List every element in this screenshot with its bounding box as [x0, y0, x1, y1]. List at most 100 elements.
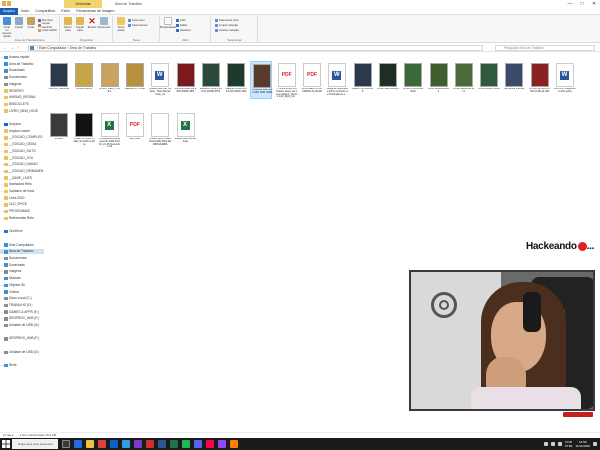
nav-item[interactable]: › OLD_SPICE: [0, 202, 44, 207]
file-item[interactable]: Designer Milenquela Drive Curriculo de P…: [326, 61, 348, 99]
nav-item[interactable]: › Lives 2020: [0, 196, 44, 201]
paste-button[interactable]: Colar: [26, 17, 36, 29]
nav-item[interactable]: › Disco Local (C:): [0, 296, 44, 301]
nav-item[interactable]: › Documentos: [0, 256, 44, 261]
taskbar-search-input[interactable]: Digite aqui para pesquisar: [12, 439, 58, 449]
file-item[interactable]: Pirates of Silicon Valley 4x-2160 et Dua…: [73, 111, 95, 149]
nav-item[interactable]: › __EDICAO_GEISA: [0, 142, 44, 147]
delete-button[interactable]: ✕ Excluir: [87, 17, 97, 29]
file-item[interactable]: MEDALHO HOJE: [124, 61, 146, 99]
nav-item[interactable]: › Ilustradora Reto: [0, 182, 44, 187]
twitch-icon[interactable]: [218, 440, 226, 448]
invert-selection-button[interactable]: Inverter seleção: [215, 28, 239, 32]
close-button[interactable]: ✕: [588, 0, 600, 8]
file-item[interactable]: cronograma planejamento 2020 Abril 01_21…: [99, 111, 121, 149]
history-button[interactable]: Histórico: [176, 28, 191, 32]
file-item[interactable]: DHRPSB6WM8 Mtnz: [453, 61, 475, 99]
edge-icon[interactable]: [74, 440, 82, 448]
nav-item[interactable]: › Objetos 3D: [0, 283, 44, 288]
search-input[interactable]: Pesquisar Área de Trabalho: [495, 44, 595, 51]
select-none-button[interactable]: Limpar seleção: [215, 23, 238, 27]
pin-quick-access-button[interactable]: Fixar no Acesso rápido: [2, 17, 12, 38]
nav-item[interactable]: dropbox cache: [0, 129, 44, 134]
nav-item[interactable]: › __EDICAO_GUTO: [0, 149, 44, 154]
nav-item[interactable]: › DROPBOX_HUB (F:): [0, 336, 44, 341]
file-item[interactable]: invoker: [48, 111, 70, 149]
file-item[interactable]: DHRPSB4ZY0G28: [478, 61, 500, 99]
clock[interactable]: 12:59 11/11/2020: [575, 440, 590, 448]
properties-button[interactable]: Propriedades: [160, 17, 176, 29]
tab-home[interactable]: Início: [18, 8, 32, 15]
file-item[interactable]: BISSOCLETE: [73, 61, 95, 99]
obs-icon[interactable]: [134, 440, 142, 448]
nav-item[interactable]: › DROPBOX_HUB (F:): [0, 316, 44, 321]
file-item[interactable]: BANDYNOVOAN19: [352, 61, 374, 99]
folder-icon[interactable]: [2, 1, 6, 6]
nav-item[interactable]: BISSOCLETE: [0, 102, 44, 107]
nav-item[interactable]: › __EDICAO_JOU: [0, 156, 44, 161]
chevron-up-icon[interactable]: [543, 442, 548, 446]
file-item[interactable]: DHRPS8N6MBKSJ2: [428, 61, 450, 99]
nav-item[interactable]: › __EDICAO_REINAMEN: [0, 169, 44, 174]
nav-item[interactable]: › Referencias Reto: [0, 216, 44, 221]
nav-item[interactable]: › PROGRAMAS: [0, 209, 44, 214]
mail-icon[interactable]: [122, 440, 130, 448]
rename-button[interactable]: Renomear: [97, 17, 111, 29]
back-button[interactable]: ←: [3, 45, 7, 50]
file-item[interactable]: 2fa60947-4f09-4 b9f0-bf 4004b 8f7fb: [200, 61, 222, 99]
file-item[interactable]: b1f1df9f e0b8 4f8 a8b9-5f0f3b 46f4: [175, 61, 197, 99]
notification-icon[interactable]: [593, 442, 597, 446]
nav-item[interactable]: › __EDICAO_COMPLEO: [0, 135, 44, 140]
nav-item[interactable]: Documentos: [0, 75, 44, 80]
nav-item[interactable]: › Unidade de USB (G:): [0, 350, 44, 355]
address-path[interactable]: › Este Computador › Área de Trabalho: [28, 44, 483, 51]
nav-item[interactable]: › Rede: [0, 363, 44, 368]
nav-item[interactable]: › Unidade de USB (G:): [0, 323, 44, 328]
file-item[interactable]: AMONG_REGINA: [48, 61, 70, 99]
spotify-icon[interactable]: [182, 440, 190, 448]
maximize-button[interactable]: □: [576, 0, 588, 8]
tab-view[interactable]: Exibir: [58, 8, 73, 15]
file-item[interactable]: DHRPSBK4UIMQ8: [377, 61, 399, 99]
nav-item[interactable]: › __BASE_LIVES: [0, 176, 44, 181]
file-item[interactable]: Y74422 ETEC G3 Cartao Jesse LG novo vest…: [276, 61, 298, 99]
video-app-icon[interactable]: [206, 440, 214, 448]
nav-item[interactable]: LIVRO_NEW_HOJE: [0, 109, 44, 114]
file-item[interactable]: DHRP0 BFNMVM Ditch: [402, 61, 424, 99]
context-tab-manage[interactable]: Gerenciar: [64, 0, 102, 8]
file-explorer-icon[interactable]: [86, 440, 94, 448]
nav-item[interactable]: › Cadastro de fotos: [0, 189, 44, 194]
nav-item[interactable]: Downloads: [0, 68, 44, 73]
nav-item[interactable]: ⌄ Este Computador: [0, 243, 44, 248]
minimize-button[interactable]: —: [564, 0, 576, 8]
word-icon[interactable]: [158, 440, 166, 448]
store-icon[interactable]: [110, 440, 118, 448]
language-indicator[interactable]: POR PTB2: [565, 440, 573, 448]
nav-item[interactable]: › Imagens: [0, 269, 44, 274]
file-item[interactable]: FASHOO Pagamento Diru ghos: [554, 61, 576, 99]
nav-item[interactable]: › Músicas: [0, 276, 44, 281]
easy-access-button[interactable]: Fácil acesso: [128, 23, 148, 27]
nav-item[interactable]: Imagens: [0, 82, 44, 87]
file-item[interactable]: Videos Reto Borrachudo: [175, 111, 197, 149]
edit-button[interactable]: Editar: [176, 23, 187, 27]
nav-item[interactable]: › Downloads: [0, 263, 44, 268]
excel-icon[interactable]: [170, 440, 178, 448]
nav-item[interactable]: › Vídeos: [0, 290, 44, 295]
discord-icon[interactable]: [194, 440, 202, 448]
tab-share[interactable]: Compartilhar: [32, 8, 58, 15]
forward-button[interactable]: →: [10, 45, 14, 50]
new-item-button[interactable]: Novo item: [128, 18, 145, 22]
file-item[interactable]: DOCUMENTO DO CARRO ALUGAR: [301, 61, 323, 99]
file-item[interactable]: f0f 4f0f 2a 3fef-44 f0bf bf-4fa e6 bf0f: [529, 61, 551, 99]
photoshop-icon[interactable]: [230, 440, 238, 448]
volume-icon[interactable]: [557, 442, 562, 446]
new-folder-button[interactable]: Nova pasta: [116, 17, 126, 32]
network-icon[interactable]: [550, 442, 555, 446]
task-view-icon[interactable]: [62, 440, 70, 448]
windows-start-icon[interactable]: [2, 440, 10, 448]
nav-item[interactable]: AMIGAS_REGINA: [0, 95, 44, 100]
file-item[interactable]: Bill_PAID: [124, 111, 146, 149]
up-button[interactable]: ↑: [17, 45, 19, 50]
nav-item[interactable]: RESERVY: [0, 89, 44, 94]
